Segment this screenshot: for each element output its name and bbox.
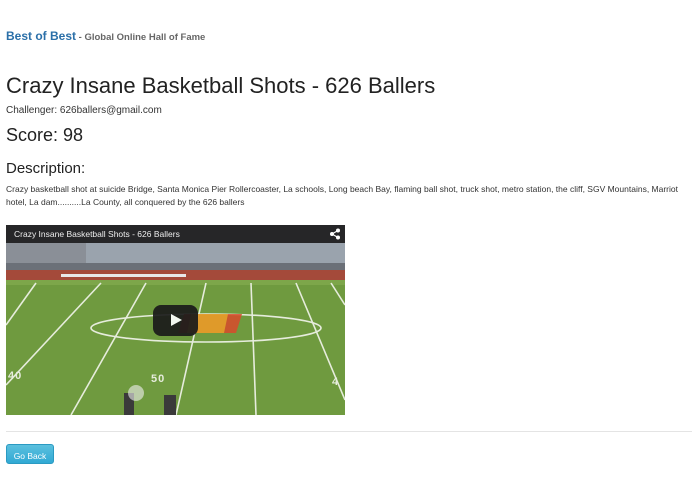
- brand-link[interactable]: Best of Best: [6, 29, 76, 43]
- play-button[interactable]: [153, 305, 198, 336]
- brand-tagline: - Global Online Hall of Fame: [76, 32, 206, 43]
- yard-marker-50: 50: [151, 373, 166, 385]
- description-heading: Description:: [6, 160, 86, 177]
- play-icon: [171, 314, 182, 326]
- video-title[interactable]: Crazy Insane Basketball Shots - 626 Ball…: [14, 229, 180, 239]
- yard-marker-40: 40: [8, 370, 23, 382]
- video-title-bar: Crazy Insane Basketball Shots - 626 Ball…: [6, 225, 345, 243]
- divider: [6, 431, 692, 432]
- yard-marker-4: 4: [332, 376, 339, 388]
- score-value: Score: 98: [6, 125, 84, 145]
- site-brand: Best of Best - Global Online Hall of Fam…: [6, 27, 205, 45]
- description-text: Crazy basketball shot at suicide Bridge,…: [6, 184, 678, 207]
- video-player[interactable]: 40 50 4 Crazy Insane Basketball Shots - …: [6, 225, 345, 415]
- share-icon[interactable]: [329, 228, 341, 240]
- entry-title: Crazy Insane Basketball Shots - 626 Ball…: [6, 73, 436, 98]
- challenger-email: Challenger: 626ballers@gmail.com: [6, 105, 162, 116]
- go-back-button[interactable]: Go Back: [6, 444, 54, 464]
